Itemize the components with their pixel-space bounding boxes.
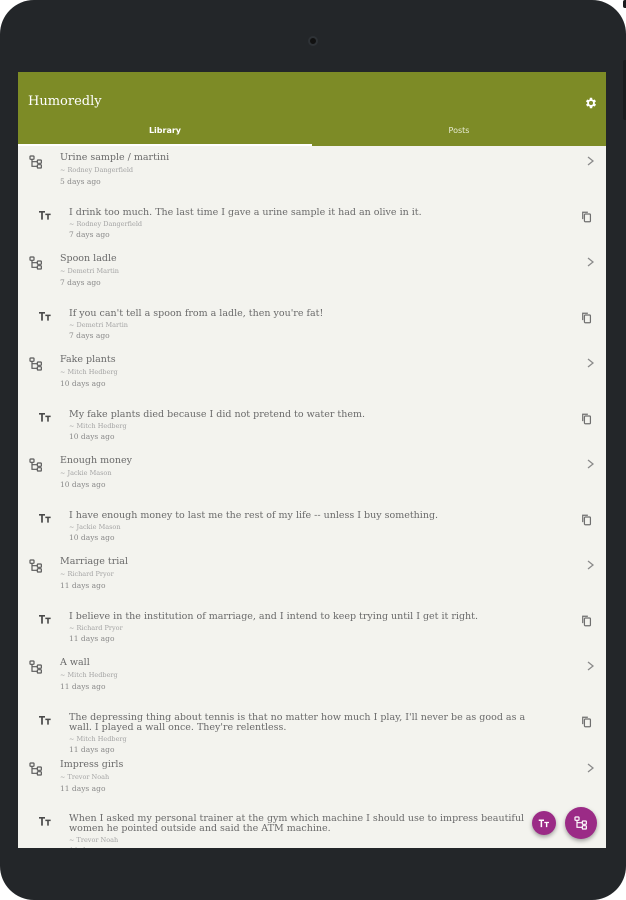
- folder-date: 10 days ago: [60, 379, 106, 388]
- folder-author: ~ Mitch Hedberg: [60, 368, 118, 376]
- gear-icon[interactable]: [584, 96, 598, 110]
- tablet-frame: Humoredly Library Posts Urine sample / m…: [0, 0, 626, 900]
- copy-icon[interactable]: [581, 412, 593, 426]
- add-post-button[interactable]: [532, 811, 556, 835]
- chevron-right-icon[interactable]: [586, 257, 594, 267]
- post-author: ~ Demetri Martin: [69, 321, 128, 329]
- folder-item[interactable]: Spoon ladle ~ Demetri Martin 7 days ago: [18, 247, 606, 297]
- folder-tree-icon: [29, 357, 42, 371]
- folder-author: ~ Demetri Martin: [60, 267, 119, 275]
- post-title: I drink too much. The last time I gave a…: [69, 207, 422, 218]
- post-title: I believe in the institution of marriage…: [69, 611, 479, 622]
- post-item[interactable]: My fake plants died because I did not pr…: [18, 399, 606, 449]
- folder-author: ~ Richard Pryor: [60, 570, 114, 578]
- post-date: 11 days ago: [69, 634, 115, 643]
- folder-item[interactable]: A wall ~ Mitch Hedberg 11 days ago: [18, 651, 606, 701]
- post-date: 11 days ago: [69, 846, 114, 848]
- copy-icon[interactable]: [581, 210, 593, 224]
- post-item[interactable]: When I asked my personal trainer at the …: [18, 803, 606, 848]
- folder-tree-icon: [29, 762, 42, 776]
- folder-item[interactable]: Impress girls ~ Trevor Noah 11 days ago: [18, 753, 606, 803]
- folder-date: 11 days ago: [60, 682, 106, 691]
- text-format-icon: [39, 413, 51, 422]
- folder-title: Fake plants: [60, 354, 116, 365]
- post-date: 10 days ago: [69, 432, 115, 441]
- front-camera: [308, 36, 318, 46]
- folder-date: 11 days ago: [60, 784, 106, 793]
- folder-title: Spoon ladle: [60, 253, 117, 264]
- copy-icon[interactable]: [581, 311, 593, 325]
- folder-date: 5 days ago: [60, 177, 101, 186]
- post-date: 10 days ago: [69, 533, 115, 542]
- folder-title: Marriage trial: [60, 556, 128, 567]
- copy-icon[interactable]: [581, 513, 593, 527]
- folder-date: 11 days ago: [60, 581, 106, 590]
- folder-item[interactable]: Marriage trial ~ Richard Pryor 11 days ago: [18, 550, 606, 600]
- post-item[interactable]: I drink too much. The last time I gave a…: [18, 197, 606, 247]
- folder-tree-icon: [29, 256, 42, 270]
- folder-title: Impress girls: [60, 759, 124, 770]
- text-format-icon: [39, 615, 51, 624]
- folder-item[interactable]: Urine sample / martini ~ Rodney Dangerfie…: [18, 146, 606, 196]
- folder-date: 10 days ago: [60, 480, 106, 489]
- folder-tree-icon: [29, 155, 42, 169]
- folder-title: Enough money: [60, 455, 132, 466]
- post-title: If you can't tell a spoon from a ladle, …: [69, 308, 324, 319]
- add-folder-button[interactable]: [565, 807, 597, 839]
- copy-icon[interactable]: [581, 614, 593, 628]
- chevron-right-icon[interactable]: [586, 661, 594, 671]
- folder-tree-icon: [29, 458, 42, 472]
- text-format-icon: [39, 716, 51, 725]
- chevron-right-icon[interactable]: [586, 763, 594, 773]
- chevron-right-icon[interactable]: [586, 459, 594, 469]
- folder-author: ~ Jackie Mason: [60, 469, 112, 477]
- folder-author: ~ Trevor Noah: [60, 773, 110, 781]
- tab-library[interactable]: Library: [18, 126, 312, 146]
- folder-title: Urine sample / martini: [60, 152, 170, 163]
- chevron-right-icon[interactable]: [586, 358, 594, 368]
- post-title: When I asked my personal trainer at the …: [69, 813, 525, 834]
- post-author: ~ Jackie Mason: [69, 523, 121, 531]
- copy-icon[interactable]: [581, 715, 593, 729]
- folder-date: 7 days ago: [60, 278, 101, 287]
- post-author: ~ Mitch Hedberg: [69, 422, 127, 430]
- app-screen: Humoredly Library Posts Urine sample / m…: [18, 72, 606, 848]
- post-title: I have enough money to last me the rest …: [69, 510, 439, 521]
- chevron-right-icon[interactable]: [586, 560, 594, 570]
- post-author: ~ Rodney Dangerfield: [69, 220, 143, 228]
- app-bar: Humoredly Library Posts: [18, 72, 606, 146]
- text-format-icon: [39, 211, 51, 220]
- folder-tree-icon: [29, 559, 42, 573]
- post-author: ~ Richard Pryor: [69, 624, 123, 632]
- post-date: 7 days ago: [69, 331, 110, 340]
- post-item[interactable]: I have enough money to last me the rest …: [18, 500, 606, 550]
- post-author: ~ Mitch Hedberg: [69, 735, 127, 743]
- folder-title: A wall: [60, 657, 90, 668]
- text-format-icon: [39, 514, 51, 523]
- post-date: 7 days ago: [69, 230, 110, 239]
- app-title: Humoredly: [28, 94, 102, 109]
- post-title: My fake plants died because I did not pr…: [69, 409, 365, 420]
- folder-author: ~ Mitch Hedberg: [60, 671, 118, 679]
- text-format-icon: [39, 312, 51, 321]
- post-author: ~ Trevor Noah: [69, 836, 119, 844]
- post-item[interactable]: I believe in the institution of marriage…: [18, 601, 606, 651]
- text-format-icon: [39, 817, 51, 826]
- folder-item[interactable]: Enough money ~ Jackie Mason 10 days ago: [18, 449, 606, 499]
- folder-tree-icon: [29, 660, 42, 674]
- folder-tree-icon: [574, 816, 587, 830]
- post-title: The depressing thing about tennis is tha…: [69, 712, 526, 733]
- tab-posts[interactable]: Posts: [312, 126, 606, 146]
- folder-item[interactable]: Fake plants ~ Mitch Hedberg 10 days ago: [18, 348, 606, 398]
- post-item[interactable]: If you can't tell a spoon from a ladle, …: [18, 298, 606, 348]
- text-format-icon: [538, 819, 549, 828]
- folder-author: ~ Rodney Dangerfield: [60, 166, 134, 174]
- chevron-right-icon[interactable]: [586, 156, 594, 166]
